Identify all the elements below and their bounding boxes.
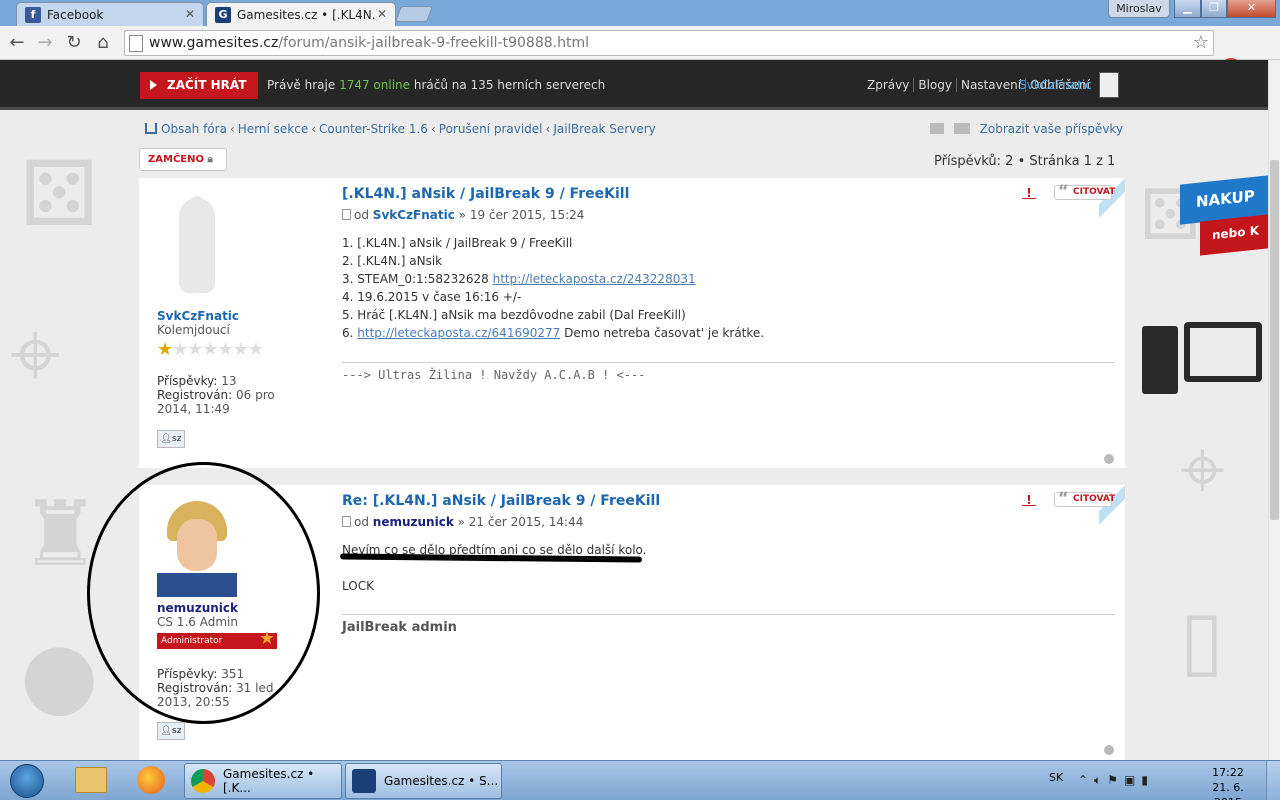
close-tab-icon[interactable]: ✕ (377, 7, 387, 21)
pagination-info: Příspěvků: 2 • Stránka 1 z 1 (934, 154, 1116, 169)
breadcrumb-item[interactable]: JailBreak Servery (553, 122, 655, 136)
breadcrumb-item[interactable]: Counter-Strike 1.6 (319, 122, 428, 136)
demo-link[interactable]: http://leteckaposta.cz/641690277 (357, 326, 560, 340)
user-icon: 👤︎ (160, 726, 172, 736)
topic-tools: Zobrazit vaše příspěvky (930, 122, 1123, 136)
forum-post: SvkCzFnatic Kolemjdoucí ★★★★★★★ Příspěvk… (139, 178, 1125, 468)
home-icon[interactable]: ⌂ (92, 32, 114, 54)
tab-title: Facebook (47, 7, 104, 22)
chrome-icon (191, 769, 215, 793)
language-indicator[interactable]: SK (1049, 771, 1063, 784)
post-profile: SvkCzFnatic Kolemjdoucí ★★★★★★★ Příspěvk… (157, 190, 317, 416)
back-icon[interactable]: ← (6, 32, 28, 54)
breadcrumb-item[interactable]: Obsah fóra (161, 122, 227, 136)
start-button[interactable] (4, 761, 50, 800)
taskbar-chrome-window[interactable]: Gamesites.cz • [.K... (184, 763, 342, 799)
print-icon[interactable] (930, 123, 944, 134)
report-icon[interactable]: ! (1022, 185, 1036, 199)
bookmark-star-icon[interactable]: ☆ (1193, 32, 1209, 53)
gamesites-icon: G (215, 6, 231, 23)
breadcrumb-item[interactable]: Porušení pravidel (439, 122, 543, 136)
maximize-button[interactable]: ❐ (1201, 0, 1227, 18)
post-author-name[interactable]: SvkCzFnatic (157, 309, 317, 323)
tab-facebook[interactable]: f Facebook ✕ (16, 2, 204, 26)
breadcrumb: Obsah fóra ‹ Herní sekce ‹ Counter-Strike 1.… (145, 122, 656, 136)
browser-toolbar: ← → ↻ ⌂ www.gamesites.cz/forum/ansik-jai… (0, 26, 1280, 78)
start-playing-button[interactable]: ZAČÍT HRÁT (140, 72, 258, 99)
user-avatar[interactable] (1099, 72, 1119, 98)
promo-banner[interactable]: NAKUP nebo K (1180, 175, 1268, 280)
explorer-icon[interactable] (70, 764, 112, 798)
play-icon (150, 80, 157, 90)
forward-icon[interactable]: → (34, 32, 56, 54)
online-status: Právě hraje 1747 online hráčů na 135 her… (267, 78, 606, 92)
minimize-button[interactable]: ▁ (1174, 0, 1201, 18)
signature-divider (342, 362, 1115, 363)
email-icon[interactable] (953, 123, 970, 134)
scrollbar-thumb[interactable] (1270, 160, 1279, 520)
url-text: www.gamesites.cz/forum/ansik-jailbreak-9… (149, 35, 589, 51)
user-stats: Příspěvky: 13 Registrován: 06 pro 2014, … (157, 374, 275, 416)
address-bar[interactable]: www.gamesites.cz/forum/ansik-jailbreak-9… (124, 30, 1214, 56)
lock-icon: 🔒︎ (207, 154, 213, 165)
computer-icon (1142, 322, 1262, 396)
taskbar-gamesites-window[interactable]: Gamesites.cz • S... (345, 763, 502, 799)
report-icon[interactable]: ! (1022, 492, 1036, 506)
system-tray-icons[interactable]: ⌃🔈︎⚑▣▮ (1078, 773, 1154, 788)
post-meta: od SvkCzFnatic » 19 čer 2015, 15:24 (342, 208, 584, 222)
quote-button[interactable]: CITOVAT (1054, 184, 1115, 200)
mouse-decoration-icon: ▯ (1180, 593, 1225, 686)
facebook-icon: f (25, 6, 41, 23)
crosshair-decoration-icon: ⌖ (1180, 423, 1226, 516)
post-icon (342, 516, 351, 527)
current-user-link[interactable]: SvkCzFnatic (1019, 78, 1092, 92)
post-title[interactable]: [.KL4N.] aNsik / JailBreak 9 / FreeKill (342, 186, 629, 202)
annotation-circle (87, 462, 320, 724)
show-my-posts-link[interactable]: Zobrazit vaše příspěvky (980, 122, 1123, 136)
windows-taskbar: Gamesites.cz • [.K... Gamesites.cz • S..… (0, 760, 1280, 800)
breadcrumb-item[interactable]: Herní sekce (238, 122, 308, 136)
bomb-decoration-icon: ● (20, 622, 99, 727)
blogs-link[interactable]: Blogy (914, 78, 957, 92)
private-message-button[interactable]: 👤︎sz (157, 430, 185, 448)
post-title[interactable]: Re: [.KL4N.] aNsik / JailBreak 9 / FreeK… (342, 493, 660, 509)
back-to-top-icon[interactable] (1104, 745, 1114, 755)
signature: ---> Ultras Žilina ! Navždy A.C.A.B ! <-… (342, 368, 646, 382)
rank-stars: ★★★★★★★ (157, 339, 264, 360)
show-desktop-button[interactable] (1266, 761, 1280, 800)
avatar[interactable] (157, 190, 237, 305)
post-content: Nevím co se dělo předtím ani co se dělo … (342, 543, 647, 593)
close-window-button[interactable]: ✕ (1227, 0, 1276, 18)
back-to-top-icon[interactable] (1104, 454, 1114, 464)
post-content: 1. [.KL4N.] aNsik / JailBreak 9 / FreeKi… (342, 236, 765, 340)
locked-topic-button[interactable]: ZAMČENO 🔒︎ (139, 148, 227, 171)
post-meta: od nemuzunick » 21 čer 2015, 14:44 (342, 515, 583, 529)
crosshair-decoration-icon: ⌖ (10, 302, 61, 407)
settings-link[interactable]: Nastavení (956, 78, 1027, 92)
clock[interactable]: 17:22 21. 6. 2015 (1198, 765, 1258, 800)
home-icon (145, 123, 157, 134)
post-icon (342, 209, 351, 220)
windows-logo-icon (10, 764, 44, 798)
messages-link[interactable]: Zprávy (863, 78, 915, 92)
signature-divider (342, 614, 1115, 615)
close-tab-icon[interactable]: ✕ (185, 7, 195, 21)
demo-link[interactable]: http://leteckaposta.cz/243228031 (493, 272, 696, 286)
tab-gamesites[interactable]: G Gamesites.cz • [.KL4N.] aN ✕ (206, 2, 396, 26)
page-icon (129, 35, 143, 52)
reload-icon[interactable]: ↻ (63, 32, 85, 54)
quote-button[interactable]: CITOVAT (1054, 491, 1115, 507)
firefox-icon[interactable] (130, 764, 172, 798)
user-icon: 👤︎ (160, 434, 172, 444)
user-rank: Kolemjdoucí (157, 323, 230, 337)
new-tab-button[interactable] (395, 6, 433, 22)
browser-tab-strip: f Facebook ✕ G Gamesites.cz • [.KL4N.] a… (0, 0, 1280, 26)
tab-title: Gamesites.cz • [.KL4N.] aN (237, 7, 377, 22)
site-header: ZAČÍT HRÁT Právě hraje 1747 online hráčů… (0, 60, 1280, 110)
signature: JailBreak admin (342, 620, 457, 635)
dice-decoration-icon: ⚄ (20, 142, 99, 247)
gamesites-icon (352, 769, 376, 793)
browser-profile-badge[interactable]: Miroslav (1108, 0, 1170, 18)
private-message-button[interactable]: 👤︎sz (157, 722, 185, 740)
